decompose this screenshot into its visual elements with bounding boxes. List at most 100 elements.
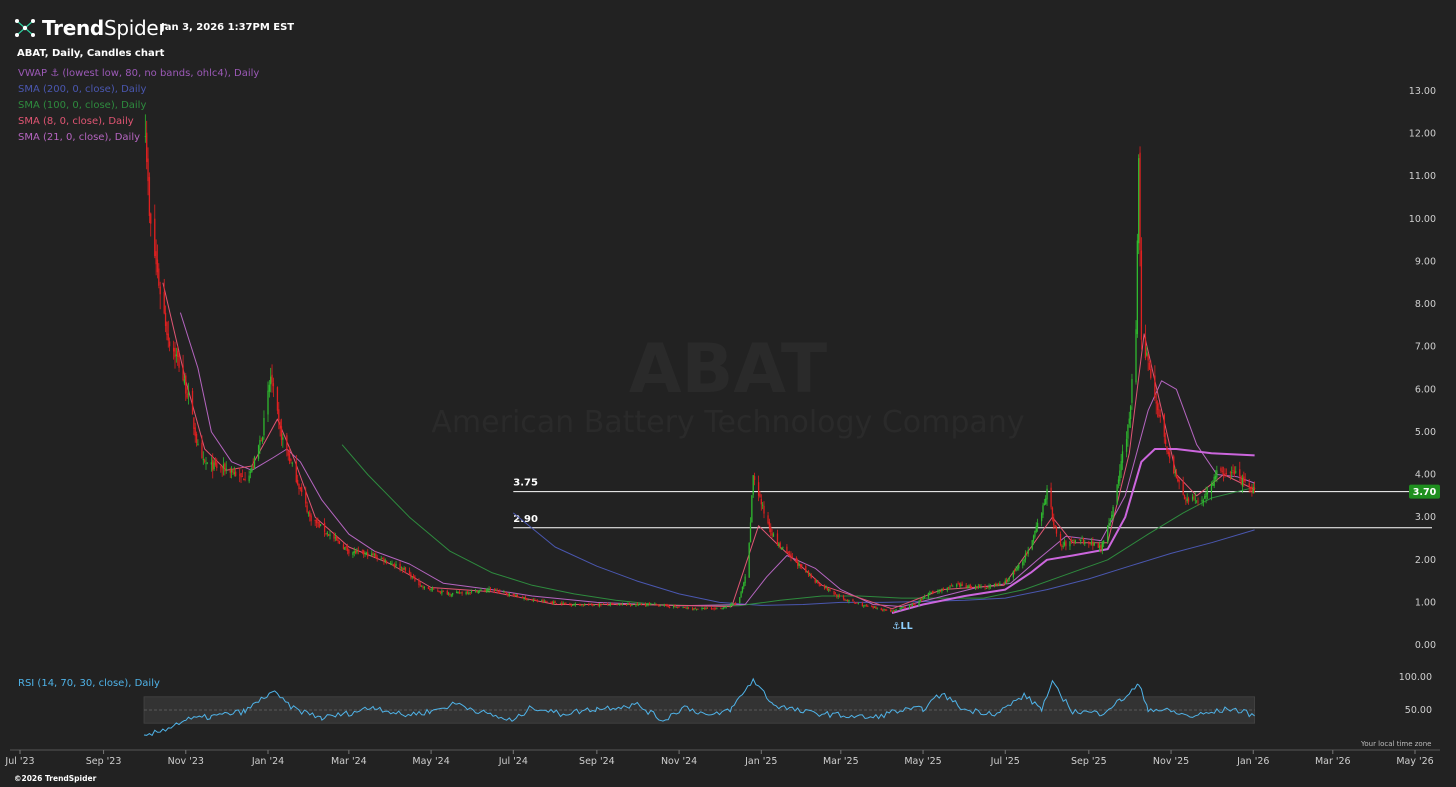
- candle-body[interactable]: [1166, 446, 1168, 452]
- candle-body[interactable]: [714, 608, 717, 610]
- candle-body[interactable]: [553, 601, 555, 604]
- candle-body[interactable]: [589, 603, 591, 605]
- candle-body[interactable]: [654, 603, 656, 605]
- candle-body[interactable]: [193, 417, 195, 429]
- candle-body[interactable]: [545, 601, 547, 603]
- candle-body[interactable]: [629, 604, 632, 606]
- candle-body[interactable]: [469, 592, 471, 593]
- candle-body[interactable]: [845, 599, 847, 601]
- candle-body[interactable]: [468, 592, 470, 595]
- candle-body[interactable]: [164, 312, 167, 326]
- candle-body[interactable]: [1206, 492, 1209, 495]
- candle-body[interactable]: [1148, 362, 1151, 370]
- price-axis[interactable]: 0.00 1.00 2.00 3.00 4.00 5.00 6.00 7.00 8.00 9.00…: [1409, 86, 1436, 651]
- candle-body[interactable]: [1249, 487, 1252, 489]
- candle-body[interactable]: [724, 607, 726, 609]
- candle-body[interactable]: [713, 608, 715, 610]
- candle-body[interactable]: [956, 584, 958, 587]
- candle-body[interactable]: [712, 608, 714, 610]
- candle-body[interactable]: [1163, 414, 1165, 437]
- candle-body[interactable]: [1224, 473, 1226, 475]
- candle-body[interactable]: [163, 291, 165, 314]
- candle-body[interactable]: [305, 491, 307, 504]
- rsi-pane[interactable]: 100.00 50.00: [143, 672, 1432, 737]
- candle-body[interactable]: [371, 553, 373, 556]
- candle-body[interactable]: [912, 604, 915, 605]
- candle-body[interactable]: [1034, 530, 1036, 537]
- candle-body[interactable]: [212, 460, 214, 471]
- candle-body[interactable]: [515, 594, 517, 597]
- candle-body[interactable]: [581, 604, 583, 606]
- candle-body[interactable]: [771, 532, 773, 536]
- candle-body[interactable]: [1082, 537, 1085, 543]
- candle-body[interactable]: [399, 563, 401, 569]
- candle-body[interactable]: [318, 521, 320, 528]
- candle-body[interactable]: [890, 610, 892, 612]
- candle-body[interactable]: [394, 564, 396, 566]
- candle-body[interactable]: [848, 600, 850, 602]
- candle-body[interactable]: [1078, 539, 1081, 541]
- candle-body[interactable]: [507, 594, 509, 596]
- candle-body[interactable]: [710, 607, 713, 609]
- candle-body[interactable]: [656, 604, 659, 606]
- candle-body[interactable]: [146, 132, 148, 163]
- candle-body[interactable]: [767, 515, 769, 524]
- candle-body[interactable]: [504, 592, 506, 594]
- candle-body[interactable]: [550, 602, 552, 603]
- candle-body[interactable]: [740, 591, 742, 597]
- candle-body[interactable]: [298, 483, 300, 489]
- candle-body[interactable]: [175, 354, 177, 357]
- candle-body[interactable]: [452, 593, 454, 595]
- candle-body[interactable]: [1225, 473, 1227, 474]
- candle-body[interactable]: [952, 585, 954, 587]
- candle-body[interactable]: [542, 599, 544, 602]
- candle-body[interactable]: [871, 606, 873, 608]
- candle-body[interactable]: [675, 606, 678, 608]
- candle-body[interactable]: [921, 599, 923, 601]
- candle-body[interactable]: [395, 564, 397, 566]
- candle-body[interactable]: [960, 584, 962, 587]
- candle-body[interactable]: [600, 603, 602, 606]
- candle-body[interactable]: [743, 582, 745, 587]
- candle-body[interactable]: [1183, 495, 1186, 500]
- candle-body[interactable]: [1128, 418, 1130, 424]
- candle-body[interactable]: [929, 592, 931, 594]
- candle-body[interactable]: [429, 589, 431, 590]
- candle-body[interactable]: [1121, 451, 1124, 463]
- candle-body[interactable]: [224, 463, 226, 472]
- candle-body[interactable]: [1007, 579, 1009, 582]
- candle-body[interactable]: [837, 595, 839, 597]
- candle-body[interactable]: [276, 387, 279, 411]
- candle-body[interactable]: [1241, 477, 1244, 487]
- candle-body[interactable]: [763, 505, 765, 514]
- candle-body[interactable]: [797, 561, 799, 566]
- brand[interactable]: TrendSpider: [14, 16, 167, 40]
- candle-body[interactable]: [607, 603, 609, 605]
- candle-body[interactable]: [721, 608, 723, 610]
- candle-body[interactable]: [1251, 486, 1253, 492]
- candle-body[interactable]: [1062, 545, 1064, 547]
- candle-body[interactable]: [569, 603, 571, 605]
- candle-body[interactable]: [565, 603, 567, 605]
- candle-body[interactable]: [1140, 250, 1143, 340]
- candle-body[interactable]: [1182, 482, 1184, 495]
- candle-body[interactable]: [365, 552, 368, 555]
- candle-body[interactable]: [191, 390, 194, 415]
- candle-body[interactable]: [919, 599, 921, 603]
- candle-body[interactable]: [663, 604, 665, 606]
- candle-body[interactable]: [194, 427, 196, 437]
- candle-body[interactable]: [824, 586, 826, 589]
- candle-body[interactable]: [759, 493, 761, 497]
- candle-body[interactable]: [1213, 476, 1215, 486]
- candle-body[interactable]: [799, 564, 802, 566]
- candle-body[interactable]: [418, 580, 420, 586]
- candle-body[interactable]: [751, 495, 753, 523]
- candle-body[interactable]: [534, 599, 536, 601]
- candle-body[interactable]: [1014, 570, 1016, 572]
- candle-body[interactable]: [381, 558, 384, 559]
- candle-body[interactable]: [810, 574, 812, 579]
- candle-body[interactable]: [762, 504, 764, 506]
- candle-body[interactable]: [1155, 401, 1157, 404]
- candle-body[interactable]: [1031, 540, 1033, 550]
- candle-body[interactable]: [489, 588, 492, 590]
